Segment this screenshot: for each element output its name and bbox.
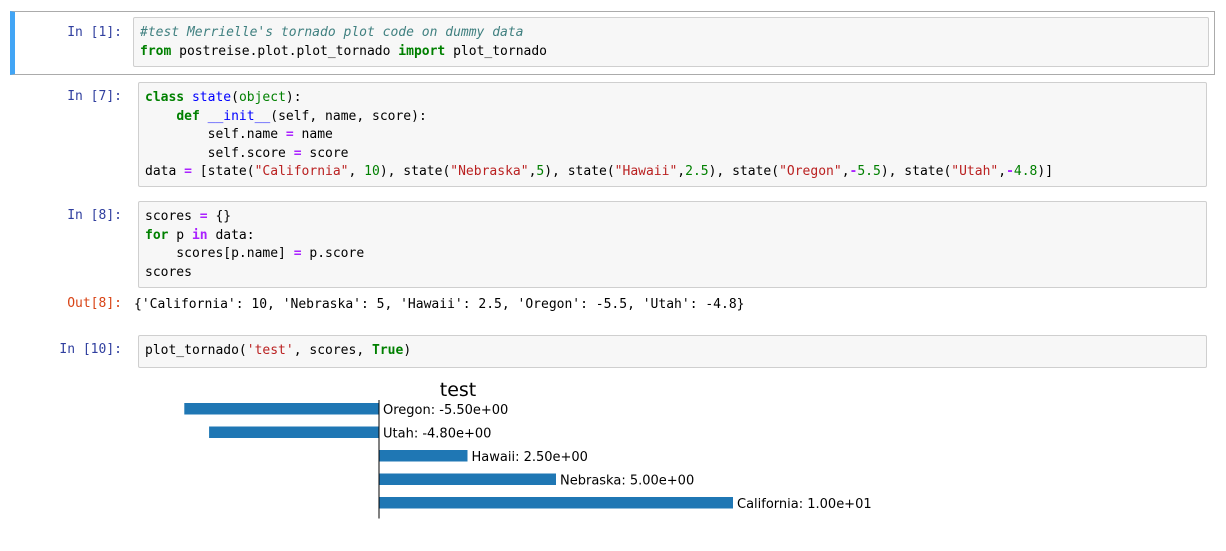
code-editor[interactable]: scores = {} for p in data: scores[p.name]… (138, 201, 1207, 288)
code-token: ) (403, 343, 412, 358)
chart-title: test (440, 379, 477, 401)
code-token: scores (145, 264, 192, 280)
code-token: (self, name, score): (270, 108, 427, 124)
bar-hawaii (379, 450, 468, 462)
code-token: , scores, (293, 343, 372, 358)
bar-nebraska (379, 473, 556, 485)
code-line: scores[p.name] = p.score (145, 245, 1200, 264)
code-line: scores (145, 264, 1200, 283)
bar-label: Utah: -4.80e+00 (383, 427, 491, 442)
code-token: self.name (145, 127, 286, 142)
code-token: - (1006, 164, 1014, 179)
code-line: scores = {} (145, 208, 1200, 227)
code-token: postreise.plot.plot_tornado (171, 43, 399, 59)
code-token: plot_tornado (445, 43, 548, 59)
code-cell-8[interactable]: In [8]: scores = {} for p in data: scores… (10, 201, 1215, 326)
code-cell-1[interactable]: In [1]: #test Merrielle's tornado plot c… (10, 11, 1215, 75)
code-editor[interactable]: class state(object): def __init__(self, … (138, 82, 1207, 187)
code-token: , (841, 164, 850, 179)
input-prompt: In [7]: (67, 89, 122, 104)
output-text: {'California': 10, 'Nebraska': 5, 'Hawai… (134, 297, 745, 312)
code-token: ( (231, 90, 239, 105)
code-token: state (191, 90, 232, 105)
code-token: name (293, 127, 333, 142)
code-token: for (145, 227, 169, 243)
code-line: self.score = score (145, 145, 1200, 164)
code-line: self.name = name (145, 126, 1200, 145)
code-token: data: (207, 227, 255, 243)
bar-california (379, 497, 733, 509)
code-token: scores[p.name] (145, 246, 294, 261)
code-line: def __init__(self, name, score): (145, 108, 1200, 127)
code-token: , (677, 164, 686, 179)
code-line: for p in data: (145, 227, 1200, 246)
code-token: scores (145, 209, 200, 224)
code-token: #test Merrielle's tornado plot code on d… (140, 25, 524, 40)
code-token: import (398, 43, 446, 59)
bar-label: Hawaii: 2.50e+00 (472, 450, 588, 465)
code-token: __init__ (207, 108, 271, 124)
input-prompt: In [10]: (59, 342, 122, 357)
code-token: ), state( (379, 164, 451, 179)
code-token: def (176, 108, 200, 124)
code-token: = (285, 127, 294, 142)
code-cell-7[interactable]: In [7]: class state(object): def __init_… (10, 82, 1215, 190)
code-token: , (998, 164, 1007, 179)
code-token: "Utah" (951, 164, 999, 179)
code-line: #test Merrielle's tornado plot code on d… (140, 24, 1202, 43)
input-prompt: In [1]: (67, 25, 122, 40)
code-token: "Hawaii" (614, 164, 678, 179)
code-token: in (191, 227, 208, 243)
code-line: from postreise.plot.plot_tornado import … (140, 43, 1202, 62)
code-token: "Nebraska" (450, 164, 529, 179)
code-token: = (199, 209, 208, 224)
code-token: p (168, 227, 192, 243)
code-token: from (140, 43, 172, 59)
bar-label: California: 1.00e+01 (737, 497, 872, 512)
tornado-chart: test Oregon: -5.50e+00 Utah: -4.80e+00 Haw… (184, 379, 872, 519)
code-token: ): (285, 90, 302, 105)
code-token: = (184, 164, 192, 179)
code-token: )] (1037, 164, 1054, 179)
input-prompt: In [8]: (67, 208, 122, 223)
code-token: 5.5 (857, 164, 881, 179)
code-token: "California" (254, 164, 349, 179)
code-token: = (293, 246, 302, 261)
code-token: 4.8 (1013, 164, 1038, 179)
code-token: ), state( (880, 164, 952, 179)
code-token: object (238, 90, 286, 105)
bar-utah (209, 426, 379, 438)
code-token: ), state( (708, 164, 780, 179)
code-token: self.score (145, 145, 294, 161)
code-token: [state( (191, 164, 255, 179)
code-editor[interactable]: plot_tornado('test', scores, True) (138, 335, 1207, 368)
code-token: data (145, 164, 185, 179)
code-token: class (145, 90, 185, 105)
bar-oregon (184, 403, 379, 415)
code-token: score (301, 145, 349, 161)
code-token: , (348, 164, 365, 179)
code-line: data = [state("California", 10), state("… (145, 163, 1200, 182)
bar-label: Nebraska: 5.00e+00 (560, 474, 694, 489)
code-token: p.score (301, 246, 365, 261)
code-line: plot_tornado('test', scores, True) (145, 342, 1200, 361)
code-token: 'test' (246, 343, 294, 358)
code-token: {} (207, 209, 232, 224)
code-token: True (372, 343, 404, 358)
output-prompt: Out[8]: (67, 296, 122, 311)
code-token: ), state( (544, 164, 615, 179)
bar-label: Oregon: -5.50e+00 (383, 403, 508, 418)
code-token: plot_tornado( (145, 343, 247, 358)
code-token: "Oregon" (779, 164, 842, 179)
code-cell-10[interactable]: In [10]: plot_tornado('test', scores, Tr… (10, 335, 1215, 545)
code-token: = (293, 145, 302, 161)
code-editor[interactable]: #test Merrielle's tornado plot code on d… (133, 17, 1209, 67)
code-token: 10 (364, 164, 380, 179)
code-line: class state(object): (145, 89, 1200, 108)
code-token: 2.5 (685, 164, 709, 179)
